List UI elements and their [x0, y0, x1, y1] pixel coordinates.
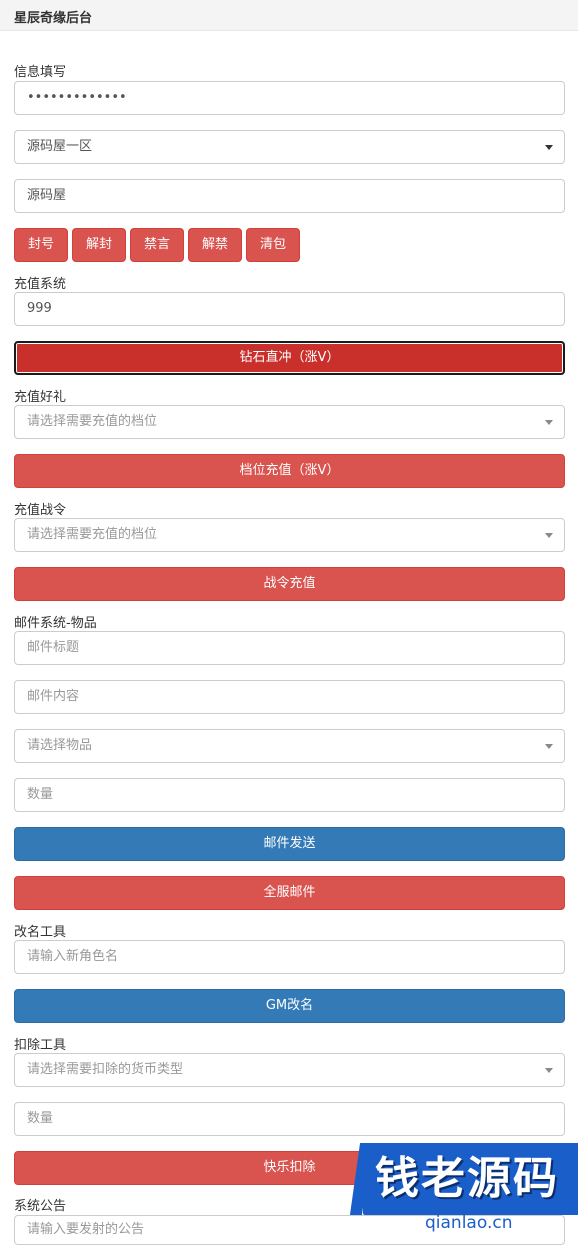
chevron-down-icon: [545, 744, 553, 749]
gift-tier-select[interactable]: 请选择需要充值的档位: [14, 405, 565, 439]
mail-item-select[interactable]: 请选择物品: [14, 729, 565, 763]
mail-label: 邮件系统-物品: [14, 616, 97, 631]
unban-button[interactable]: 解封: [72, 228, 126, 262]
chevron-down-icon: [545, 533, 553, 538]
server-select-value: 源码屋一区: [27, 139, 93, 154]
currency-type-placeholder: 请选择需要扣除的货币类型: [27, 1062, 184, 1077]
clear-bag-button[interactable]: 清包: [246, 228, 300, 262]
app-title: 星辰奇缘后台: [14, 11, 93, 26]
deduct-label: 扣除工具: [14, 1038, 67, 1053]
app-header: 星辰奇缘后台: [0, 0, 578, 31]
currency-type-select[interactable]: 请选择需要扣除的货币类型: [14, 1053, 565, 1087]
watermark-url: qianlao.cn: [425, 1213, 513, 1233]
gift-tier-placeholder: 请选择需要充值的档位: [27, 414, 158, 429]
recharge-amount-field[interactable]: 999: [14, 292, 565, 326]
mail-qty-field[interactable]: 数量: [14, 778, 565, 812]
mail-content-field[interactable]: 邮件内容: [14, 680, 565, 714]
announce-label: 系统公告: [14, 1199, 67, 1214]
watermark-logo: 钱老源码 qianlao.cn: [349, 1127, 578, 1235]
gift-label: 充值好礼: [14, 390, 67, 405]
server-select[interactable]: 源码屋一区: [14, 130, 565, 164]
chevron-down-icon: [545, 1068, 553, 1073]
all-server-mail-button[interactable]: 全服邮件: [14, 876, 565, 910]
battle-pass-select[interactable]: 请选择需要充值的档位: [14, 518, 565, 552]
role-name-field[interactable]: 源码屋: [14, 179, 565, 213]
gm-rename-button[interactable]: GM改名: [14, 989, 565, 1023]
recharge-label: 充值系统: [14, 277, 67, 292]
ban-button[interactable]: 封号: [14, 228, 68, 262]
battle-pass-placeholder: 请选择需要充值的档位: [27, 527, 158, 542]
mail-item-placeholder: 请选择物品: [27, 738, 93, 753]
new-name-field[interactable]: 请输入新角色名: [14, 940, 565, 974]
mute-button[interactable]: 禁言: [130, 228, 184, 262]
rename-label: 改名工具: [14, 925, 67, 940]
battle-pass-button[interactable]: 战令充值: [14, 567, 565, 601]
info-label: 信息填写: [14, 65, 67, 80]
unmute-button[interactable]: 解禁: [188, 228, 242, 262]
battle-pass-label: 充值战令: [14, 503, 67, 518]
chevron-down-icon: [545, 145, 553, 150]
chevron-down-icon: [545, 420, 553, 425]
diamond-recharge-button[interactable]: 钻石直冲（涨V）: [14, 341, 565, 375]
watermark-text: 钱老源码: [375, 1153, 559, 1204]
password-field[interactable]: •••••••••••••: [14, 81, 565, 115]
tier-recharge-button[interactable]: 档位充值（涨V）: [14, 454, 565, 488]
mail-send-button[interactable]: 邮件发送: [14, 827, 565, 861]
mail-title-field[interactable]: 邮件标题: [14, 631, 565, 665]
